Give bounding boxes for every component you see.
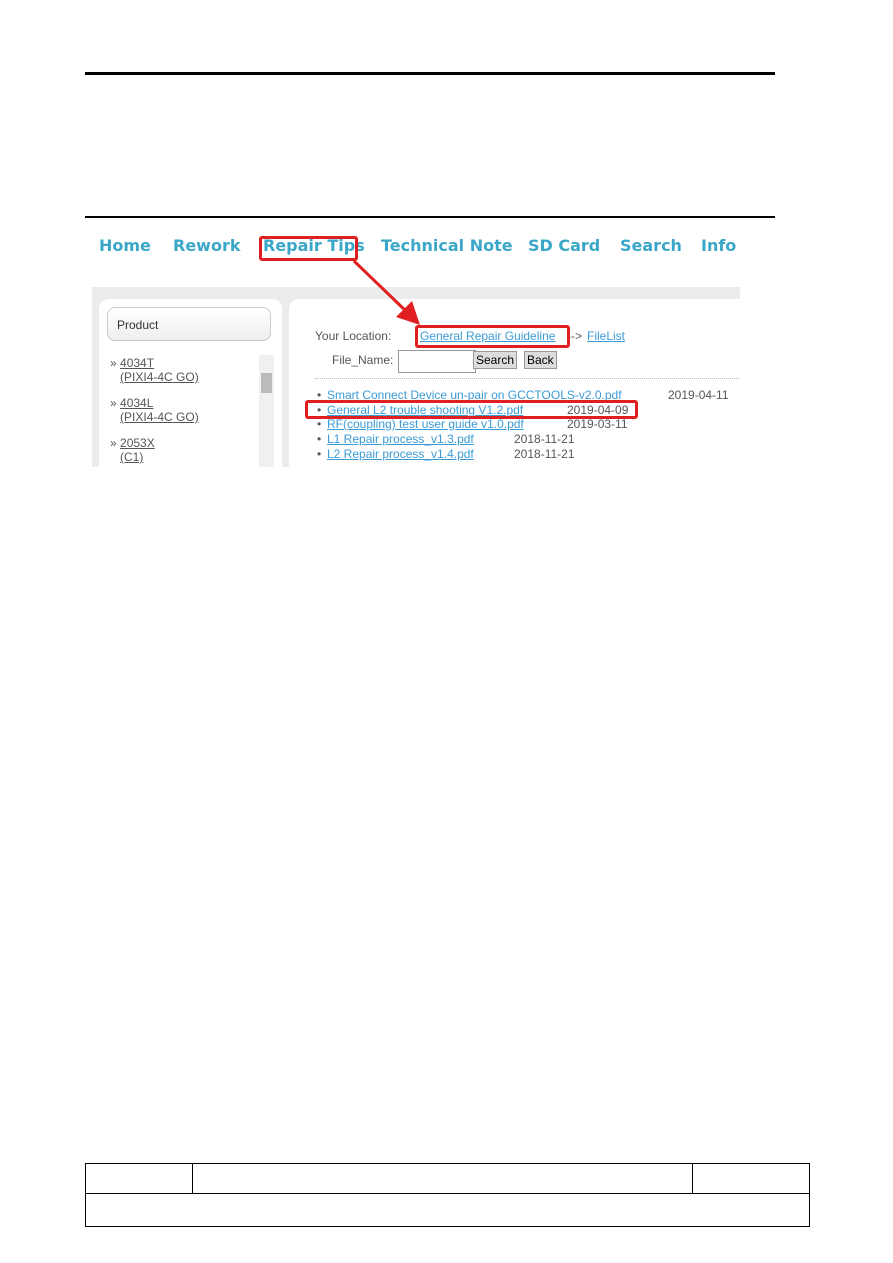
file-name-label: File_Name: xyxy=(332,353,394,367)
footer-col-divider xyxy=(192,1163,193,1193)
product-sidebar: Product » 4034T (PIXI4-4C GO) » 4034L (P… xyxy=(99,299,282,467)
footer-table xyxy=(85,1163,810,1227)
breadcrumb-current[interactable]: FileList xyxy=(587,329,625,343)
nav-info[interactable]: Info xyxy=(701,236,736,255)
sidebar-scrollbar[interactable] xyxy=(259,355,274,467)
divider xyxy=(315,378,740,379)
product-item[interactable]: » 2053X (C1) xyxy=(110,436,155,464)
nav-sd-card[interactable]: SD Card xyxy=(528,236,600,255)
file-row: RF(coupling) test user guide v1.0.pdf201… xyxy=(317,417,627,431)
document-page: Home Rework Repair Tips Technical Note S… xyxy=(0,0,893,1263)
nav-search[interactable]: Search xyxy=(620,236,682,255)
nav-technical-note[interactable]: Technical Note xyxy=(381,236,513,255)
nav-home[interactable]: Home xyxy=(99,236,151,255)
arrow-icon xyxy=(352,259,420,325)
file-row: L1 Repair process_v1.3.pdf2018-11-21 xyxy=(317,432,574,446)
search-button[interactable]: Search xyxy=(473,351,518,369)
footer-row-divider xyxy=(85,1193,809,1194)
file-name-input[interactable] xyxy=(398,350,476,373)
footer-col-divider xyxy=(692,1163,693,1193)
product-header: Product xyxy=(107,307,271,341)
back-button[interactable]: Back xyxy=(524,351,557,369)
header-rule xyxy=(85,72,775,75)
scrollbar-thumb[interactable] xyxy=(261,373,272,393)
product-item[interactable]: » 4034L (PIXI4-4C GO) xyxy=(110,396,199,424)
product-item[interactable]: » 4034T (PIXI4-4C GO) xyxy=(110,356,199,384)
nav-rework[interactable]: Rework xyxy=(173,236,240,255)
highlight-box xyxy=(305,400,638,419)
section-rule xyxy=(85,216,775,218)
file-row: L2 Repair process_v1.4.pdf2018-11-21 xyxy=(317,447,574,461)
